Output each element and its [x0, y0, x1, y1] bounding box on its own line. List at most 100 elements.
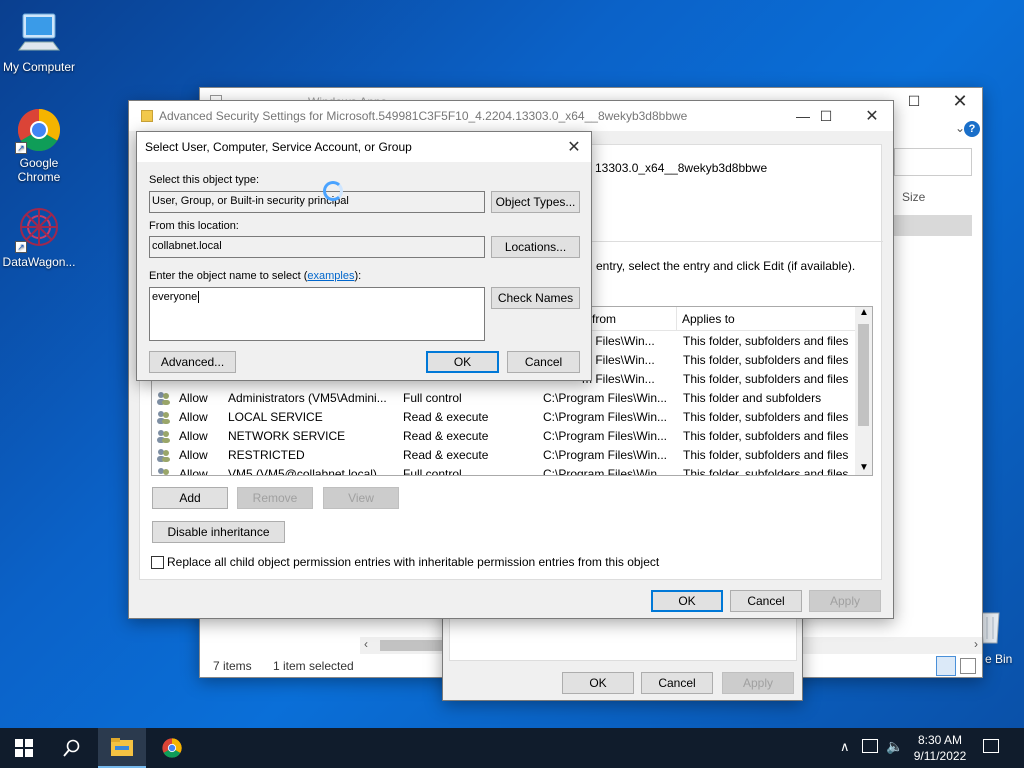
scroll-left-icon[interactable]: ‹ — [364, 637, 368, 651]
permission-applies-to: This folder, subfolders and files — [683, 429, 849, 443]
select-user-title: Select User, Computer, Service Account, … — [145, 140, 412, 154]
users-icon — [156, 410, 171, 424]
desktop-icon-chrome[interactable]: ↗ Google Chrome — [1, 106, 77, 184]
select-user-titlebar[interactable]: Select User, Computer, Service Account, … — [137, 132, 591, 162]
permission-principal: LOCAL SERVICE — [228, 410, 323, 424]
permission-row[interactable]: Allow RESTRICTED Read & execute C:\Program … — [152, 445, 858, 464]
column-applies-to[interactable]: Applies to — [682, 312, 735, 326]
properties-ok-button[interactable]: OK — [562, 672, 634, 694]
object-type-label: Select this object type: — [149, 174, 260, 186]
properties-cancel-button[interactable]: Cancel — [641, 672, 713, 694]
chrome-taskbar-button[interactable] — [148, 728, 196, 768]
close-icon[interactable]: ✕ — [849, 101, 895, 131]
chevron-up-icon[interactable]: ∧ — [840, 739, 850, 755]
close-icon[interactable]: ✕ — [555, 132, 593, 162]
network-icon[interactable] — [862, 739, 878, 753]
scrollbar-thumb[interactable] — [858, 324, 869, 426]
maximize-icon[interactable]: ☐ — [891, 86, 937, 116]
users-icon — [156, 467, 171, 475]
view-button[interactable]: View — [323, 487, 399, 509]
advanced-ok-button[interactable]: OK — [651, 590, 723, 612]
volume-icon[interactable]: 🔈 — [886, 738, 903, 755]
chrome-icon — [162, 738, 182, 758]
desktop-icon-label: Google Chrome — [17, 156, 61, 184]
desktop-icon-label: My Computer — [2, 60, 76, 74]
shortcut-arrow-icon: ↗ — [15, 241, 27, 253]
advanced-apply-button[interactable]: Apply — [809, 590, 881, 612]
text-cursor — [198, 291, 200, 303]
permission-row[interactable]: Allow LOCAL SERVICE Read & execute C:\Progr… — [152, 407, 858, 426]
file-explorer-icon — [111, 738, 133, 756]
taskbar: ∧ 🔈 8:30 AM 9/11/2022 — [0, 728, 1024, 768]
advanced-cancel-button[interactable]: Cancel — [730, 590, 802, 612]
search-box[interactable] — [894, 148, 972, 176]
object-types-button[interactable]: Object Types... — [491, 191, 580, 213]
permission-principal: Administrators (VM5\Admini... — [228, 391, 387, 405]
select-ok-button[interactable]: OK — [426, 351, 499, 373]
permission-access: Read & execute — [403, 429, 489, 443]
advanced-button[interactable]: Advanced... — [149, 351, 236, 373]
scroll-up-icon[interactable]: ▲ — [859, 307, 869, 318]
permission-applies-to: This folder, subfolders and files — [683, 467, 849, 476]
permission-inherited-from: m Files\Win... — [582, 372, 655, 386]
permission-inherited-from: C:\Program Files\Win... — [543, 391, 668, 405]
disable-inheritance-button[interactable]: Disable inheritance — [152, 521, 285, 543]
clock-date: 9/11/2022 — [913, 749, 967, 763]
desktop-icon-label: DataWagon... — [2, 255, 76, 269]
desktop-icon-datawagon[interactable]: ↗ DataWagon... — [1, 205, 77, 269]
object-name-input[interactable]: everyone — [149, 287, 485, 341]
permission-inherited-from: m Files\Win... — [582, 353, 655, 367]
desktop-icon-my-computer[interactable]: My Computer — [1, 10, 77, 74]
column-from[interactable]: from — [592, 312, 616, 326]
vertical-scrollbar[interactable]: ▲ ▼ — [855, 307, 872, 475]
object-name-label: Enter the object name to select (example… — [149, 270, 362, 282]
file-explorer-taskbar-button[interactable] — [98, 728, 146, 768]
help-icon[interactable]: ? — [964, 121, 980, 137]
close-icon[interactable]: ✕ — [937, 86, 983, 116]
remove-button[interactable]: Remove — [237, 487, 313, 509]
notifications-icon[interactable] — [983, 739, 999, 753]
check-names-button[interactable]: Check Names — [491, 287, 580, 309]
permission-access: Full control — [403, 467, 462, 476]
users-icon — [156, 448, 171, 462]
permission-inherited-from: C:\Program Files\Win... — [543, 429, 668, 443]
permission-row[interactable]: Allow VM5 (VM5@collabnet.local) Full contr… — [152, 464, 858, 476]
examples-link[interactable]: examples — [307, 270, 354, 282]
size-column-header[interactable]: Size — [902, 190, 925, 204]
permission-principal: VM5 (VM5@collabnet.local) — [228, 467, 377, 476]
scroll-right-icon[interactable]: › — [974, 637, 978, 651]
monitor-icon — [15, 10, 63, 58]
users-icon — [156, 391, 171, 405]
permission-inherited-from: m Files\Win... — [582, 334, 655, 348]
permission-row[interactable]: Allow NETWORK SERVICE Read & execute C:\Pro… — [152, 426, 858, 445]
select-cancel-button[interactable]: Cancel — [507, 351, 580, 373]
datawagon-icon: ↗ — [15, 205, 63, 253]
permission-inherited-from: C:\Program Files\Win... — [543, 467, 668, 476]
busy-cursor-icon — [323, 181, 343, 201]
users-icon — [156, 429, 171, 443]
maximize-icon[interactable]: ☐ — [803, 101, 849, 131]
details-view-icon[interactable] — [936, 656, 956, 676]
object-name-fragment: 13303.0_x64__8wekyb3d8bbwe — [595, 161, 768, 175]
replace-permissions-checkbox[interactable] — [151, 556, 164, 569]
large-icons-view-icon[interactable] — [960, 658, 976, 674]
permission-type: Allow — [179, 391, 208, 405]
clock-time: 8:30 AM — [917, 733, 963, 747]
permission-inherited-from: C:\Program Files\Win... — [543, 448, 668, 462]
permission-type: Allow — [179, 467, 208, 476]
selected-row-highlight[interactable] — [894, 215, 972, 236]
search-button[interactable] — [48, 728, 96, 768]
permission-applies-to: This folder, subfolders and files — [683, 334, 849, 348]
permission-row[interactable]: Allow Administrators (VM5\Admini... Full c… — [152, 388, 858, 407]
advanced-security-titlebar[interactable]: Advanced Security Settings for Microsoft… — [129, 101, 893, 131]
locations-button[interactable]: Locations... — [491, 236, 580, 258]
status-item-count: 7 items — [213, 659, 252, 673]
clock[interactable]: 8:30 AM 9/11/2022 — [910, 732, 970, 764]
start-button[interactable] — [0, 728, 48, 768]
search-icon — [63, 739, 80, 757]
select-user-dialog[interactable]: Select User, Computer, Service Account, … — [136, 131, 592, 381]
advanced-security-title: Advanced Security Settings for Microsoft… — [159, 109, 688, 123]
scroll-down-icon[interactable]: ▼ — [859, 462, 869, 473]
properties-apply-button[interactable]: Apply — [722, 672, 794, 694]
add-button[interactable]: Add — [152, 487, 228, 509]
